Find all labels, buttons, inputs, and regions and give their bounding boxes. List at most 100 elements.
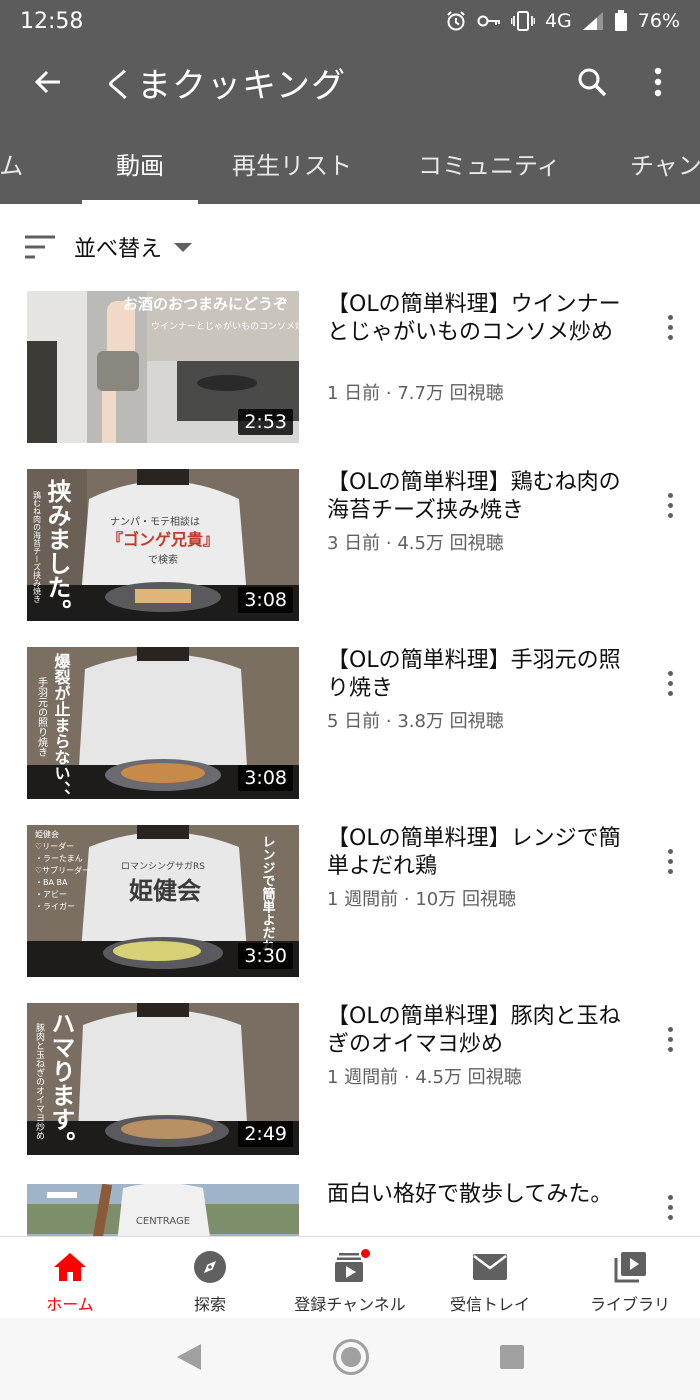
video-duration: 3:30 — [238, 943, 293, 969]
video-more-button[interactable] — [656, 1019, 684, 1059]
video-title[interactable]: 【OLの簡単料理】ウインナーとじゃがいものコンソメ炒め — [327, 291, 627, 347]
video-thumbnail[interactable]: 爆裂が止まらない、、 手羽元の照り焼き 3:08 — [27, 647, 299, 799]
thumbnail-subcaption: 鶏むね肉の海苔チーズ挟み焼き — [33, 490, 42, 603]
video-item[interactable]: お酒のおつまみにどうぞ ウインナーとじゃがいものコンソメ炒め 2:53 【OLの… — [0, 291, 700, 443]
video-title[interactable]: 【OLの簡単料理】鶏むね肉の海苔チーズ挟み焼き — [327, 469, 627, 525]
video-duration: 2:53 — [238, 409, 293, 435]
video-meta: 1 週間前 · 4.5万 回視聴 — [327, 1067, 522, 1088]
notification-dot — [359, 1247, 372, 1260]
video-thumbnail[interactable]: ナンパ・モテ相談は 『ゴンゲ兄貴』 で検索 挟みました。 鶏むね肉の海苔チーズ挟… — [27, 469, 299, 621]
chevron-down-icon — [174, 242, 193, 252]
sort-icon — [25, 235, 55, 259]
thumbnail-list-item: ・アビー — [35, 890, 67, 899]
search-icon — [578, 68, 607, 97]
shirt-text-1: CENTRAGE — [136, 1216, 190, 1227]
thumbnail-list-item: ・ライガー — [35, 901, 75, 911]
video-title[interactable]: 【OLの簡単料理】レンジで簡単よだれ鶏 — [327, 825, 627, 881]
nav-subscriptions[interactable]: 登録チャンネル — [280, 1237, 420, 1318]
thumbnail-subcaption: 豚肉と玉ねぎのオイマヨ炒め — [34, 1023, 45, 1140]
video-title[interactable]: 面白い格好で散歩してみた。 — [327, 1181, 627, 1209]
thumbnail-list-item: ♡リーダー — [35, 841, 74, 851]
channel-tabs: ホーム 動画 再生リスト コミュニティ チャンネル — [0, 122, 700, 204]
tab-playlists[interactable]: 再生リスト — [232, 122, 352, 204]
thumbnail-image: CENTRAGE — [27, 1184, 299, 1236]
video-duration: 3:08 — [238, 765, 293, 791]
video-item[interactable]: 爆裂が止まらない、、 手羽元の照り焼き 3:08 【OLの簡単料理】手羽元の照り… — [0, 647, 700, 799]
thumbnail-list-item: ・BA BA — [35, 878, 68, 887]
sort-control[interactable]: 並べ替え — [0, 204, 700, 290]
thumbnail-caption: 挟みました。 — [43, 479, 71, 621]
video-meta: 5 日前 · 3.8万 回視聴 — [327, 711, 504, 732]
nav-explore[interactable]: 探索 — [140, 1237, 280, 1318]
video-thumbnail[interactable]: ロマンシングサガRS 姫健会 レンジで簡単よだれ 姫健会 ♡リーダー ・ラーたま… — [27, 825, 299, 977]
shirt-text-1: ナンパ・モテ相談は — [110, 515, 200, 528]
thumbnail-caption: 爆裂が止まらない、、 — [52, 652, 72, 799]
video-thumbnail[interactable]: ハマります。 豚肉と玉ねぎのオイマヨ炒め 2:49 — [27, 1003, 299, 1155]
tab-channel[interactable]: チャンネル — [630, 122, 700, 204]
video-thumbnail[interactable]: CENTRAGE — [27, 1184, 299, 1236]
nav-inbox[interactable]: 受信トレイ — [420, 1237, 560, 1318]
thumbnail-subcaption: ウインナーとじゃがいものコンソメ炒め — [151, 320, 299, 332]
video-thumbnail[interactable]: お酒のおつまみにどうぞ ウインナーとじゃがいものコンソメ炒め 2:53 — [27, 291, 299, 443]
circle-home-icon — [332, 1339, 369, 1375]
tab-videos[interactable]: 動画 — [82, 122, 198, 204]
thumbnail-list-item: ・ラーたまん — [35, 854, 83, 863]
thumbnail-list-item: ♡サブリーダー — [35, 865, 90, 875]
back-button[interactable] — [24, 58, 72, 106]
shirt-text-3: で検索 — [148, 553, 178, 566]
bottom-navigation: ホーム 探索 登録チャンネル 受信トレイ ライブラリ — [0, 1236, 700, 1318]
status-bar: 12:58 4G 76% — [0, 0, 700, 42]
video-title[interactable]: 【OLの簡単料理】手羽元の照り焼き — [327, 647, 627, 703]
thumbnail-caption: レンジで簡単よだれ — [260, 835, 277, 952]
video-item[interactable]: ロマンシングサガRS 姫健会 レンジで簡単よだれ 姫健会 ♡リーダー ・ラーたま… — [0, 825, 700, 977]
triangle-back-icon — [176, 1344, 201, 1370]
video-more-button[interactable] — [656, 307, 684, 347]
status-time: 12:58 — [20, 8, 84, 34]
home-icon — [50, 1247, 90, 1287]
battery-icon — [614, 10, 628, 32]
vibrate-icon — [510, 10, 535, 32]
alarm-icon — [445, 10, 467, 32]
nav-home[interactable]: ホーム — [0, 1237, 140, 1318]
sort-label: 並べ替え — [74, 237, 163, 262]
video-more-button[interactable] — [656, 663, 684, 703]
video-more-button[interactable] — [656, 841, 684, 881]
video-item[interactable]: ハマります。 豚肉と玉ねぎのオイマヨ炒め 2:49 【OLの簡単料理】豚肉と玉ね… — [0, 1003, 700, 1155]
video-duration: 3:08 — [238, 587, 293, 613]
search-button[interactable] — [568, 58, 616, 106]
video-title[interactable]: 【OLの簡単料理】豚肉と玉ねぎのオイマヨ炒め — [327, 1003, 627, 1059]
system-back-button[interactable] — [175, 1342, 203, 1376]
inbox-icon — [470, 1247, 510, 1287]
thumbnail-caption: お酒のおつまみにどうぞ — [123, 295, 288, 313]
tab-home[interactable]: ホーム — [0, 122, 23, 204]
video-meta: 1 週間前 · 10万 回視聴 — [327, 889, 516, 910]
video-more-button[interactable] — [656, 485, 684, 525]
more-options-button[interactable] — [634, 58, 682, 106]
channel-title: くまクッキング — [102, 65, 346, 106]
nav-library[interactable]: ライブラリ — [560, 1237, 700, 1318]
video-item[interactable]: ナンパ・モテ相談は 『ゴンゲ兄貴』 で検索 挟みました。 鶏むね肉の海苔チーズ挟… — [0, 469, 700, 621]
tab-community[interactable]: コミュニティ — [418, 122, 561, 204]
library-icon — [610, 1247, 650, 1287]
thumbnail-caption: ハマります。 — [47, 1011, 75, 1155]
youtube-channel-screen: 12:58 4G 76% くまクッキング ム 動画 再生リスト コミュニティ チ… — [0, 0, 700, 1400]
video-meta: 1 日前 · 7.7万 回視聴 — [327, 383, 504, 404]
status-icons: 4G 76% — [445, 10, 680, 32]
square-recents-icon — [500, 1345, 525, 1369]
battery-level: 76% — [637, 10, 680, 32]
subscriptions-icon — [330, 1247, 372, 1287]
video-duration: 2:49 — [238, 1121, 293, 1147]
network-type: 4G — [544, 10, 572, 32]
thumbnail-subcaption: 手羽元の照り焼き — [36, 676, 48, 757]
signal-icon — [582, 11, 604, 31]
shirt-text-1: ロマンシングサガRS — [121, 860, 205, 872]
system-recents-button[interactable] — [499, 1344, 525, 1374]
more-vert-icon — [654, 67, 662, 97]
video-more-button[interactable] — [656, 1187, 684, 1227]
explore-icon — [190, 1247, 230, 1287]
shirt-text-2: 『ゴンゲ兄貴』 — [107, 530, 219, 549]
video-meta: 3 日前 · 4.5万 回視聴 — [327, 533, 504, 554]
system-home-button[interactable] — [332, 1338, 370, 1380]
video-item[interactable]: CENTRAGE 面白い格好で散歩してみた。 — [0, 1181, 700, 1236]
app-bar: くまクッキング — [0, 42, 700, 122]
